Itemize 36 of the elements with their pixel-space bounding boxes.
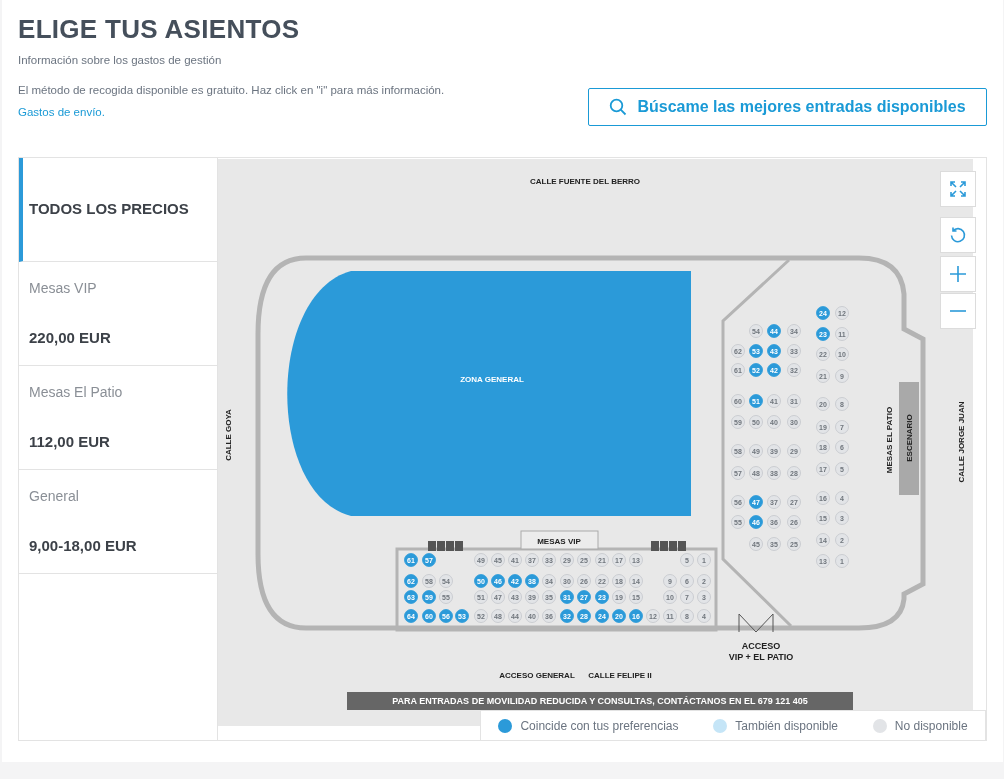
street-label: CALLE FELIPE II xyxy=(588,670,652,680)
expand-icon xyxy=(950,181,966,197)
search-icon xyxy=(609,98,628,116)
stage-label: ESCENARIO xyxy=(904,414,914,462)
rotate-icon xyxy=(949,226,967,244)
zoom-in-button[interactable] xyxy=(940,256,976,292)
access-label: ACCESO xyxy=(741,641,781,651)
price-filter[interactable]: General 9,00-18,00 EUR xyxy=(19,470,217,574)
street-label: CALLE JORGE JUAN xyxy=(956,401,966,483)
legend-label: También disponible xyxy=(735,717,839,735)
price-filter[interactable]: Mesas El Patio 112,00 EUR xyxy=(19,366,217,470)
zoom-out-button[interactable] xyxy=(940,293,976,329)
table-drawing xyxy=(651,541,686,551)
pickup-note: El método de recogida disponible es gratuito. Haz click en "i" para más información. xyxy=(18,83,445,98)
entrance-drawing xyxy=(738,613,774,633)
plus-icon xyxy=(949,265,967,283)
legend-label: No disponible xyxy=(894,717,968,735)
reset-button[interactable] xyxy=(940,217,976,253)
best-seats-button[interactable]: Búscame las mejores entradas disponibles xyxy=(588,88,987,126)
fullscreen-button[interactable] xyxy=(940,171,976,207)
access-label: VIP + EL PATIO xyxy=(728,652,794,662)
price-filter[interactable]: Mesas VIP 220,00 EUR xyxy=(19,262,217,366)
minus-icon xyxy=(949,310,967,312)
page-title: ELIGE TUS ASIENTOS xyxy=(18,14,301,44)
street-label: CALLE GOYA xyxy=(223,409,233,461)
legend-label: Coincide con tus preferencias xyxy=(520,717,679,735)
section-label: MESAS EL PATIO xyxy=(884,406,894,474)
section-label: MESAS VIP xyxy=(537,536,581,546)
zone-label: ZONA GENERAL xyxy=(460,374,524,384)
street-label: CALLE FUENTE DEL BERRO xyxy=(529,176,641,186)
general-zone[interactable] xyxy=(287,271,691,516)
table-drawing xyxy=(428,541,463,551)
access-label: ACCESO GENERAL xyxy=(499,670,575,680)
notice-text: PARA ENTRADAS DE MOVILIDAD REDUCIDA Y CONSULTAS, CONTÁCTANOS EN EL 679 121 405 xyxy=(392,696,808,706)
fees-info-link[interactable]: Información sobre los gastos de gestión xyxy=(18,52,222,70)
shipping-link[interactable]: Gastos de envío. xyxy=(18,104,105,122)
